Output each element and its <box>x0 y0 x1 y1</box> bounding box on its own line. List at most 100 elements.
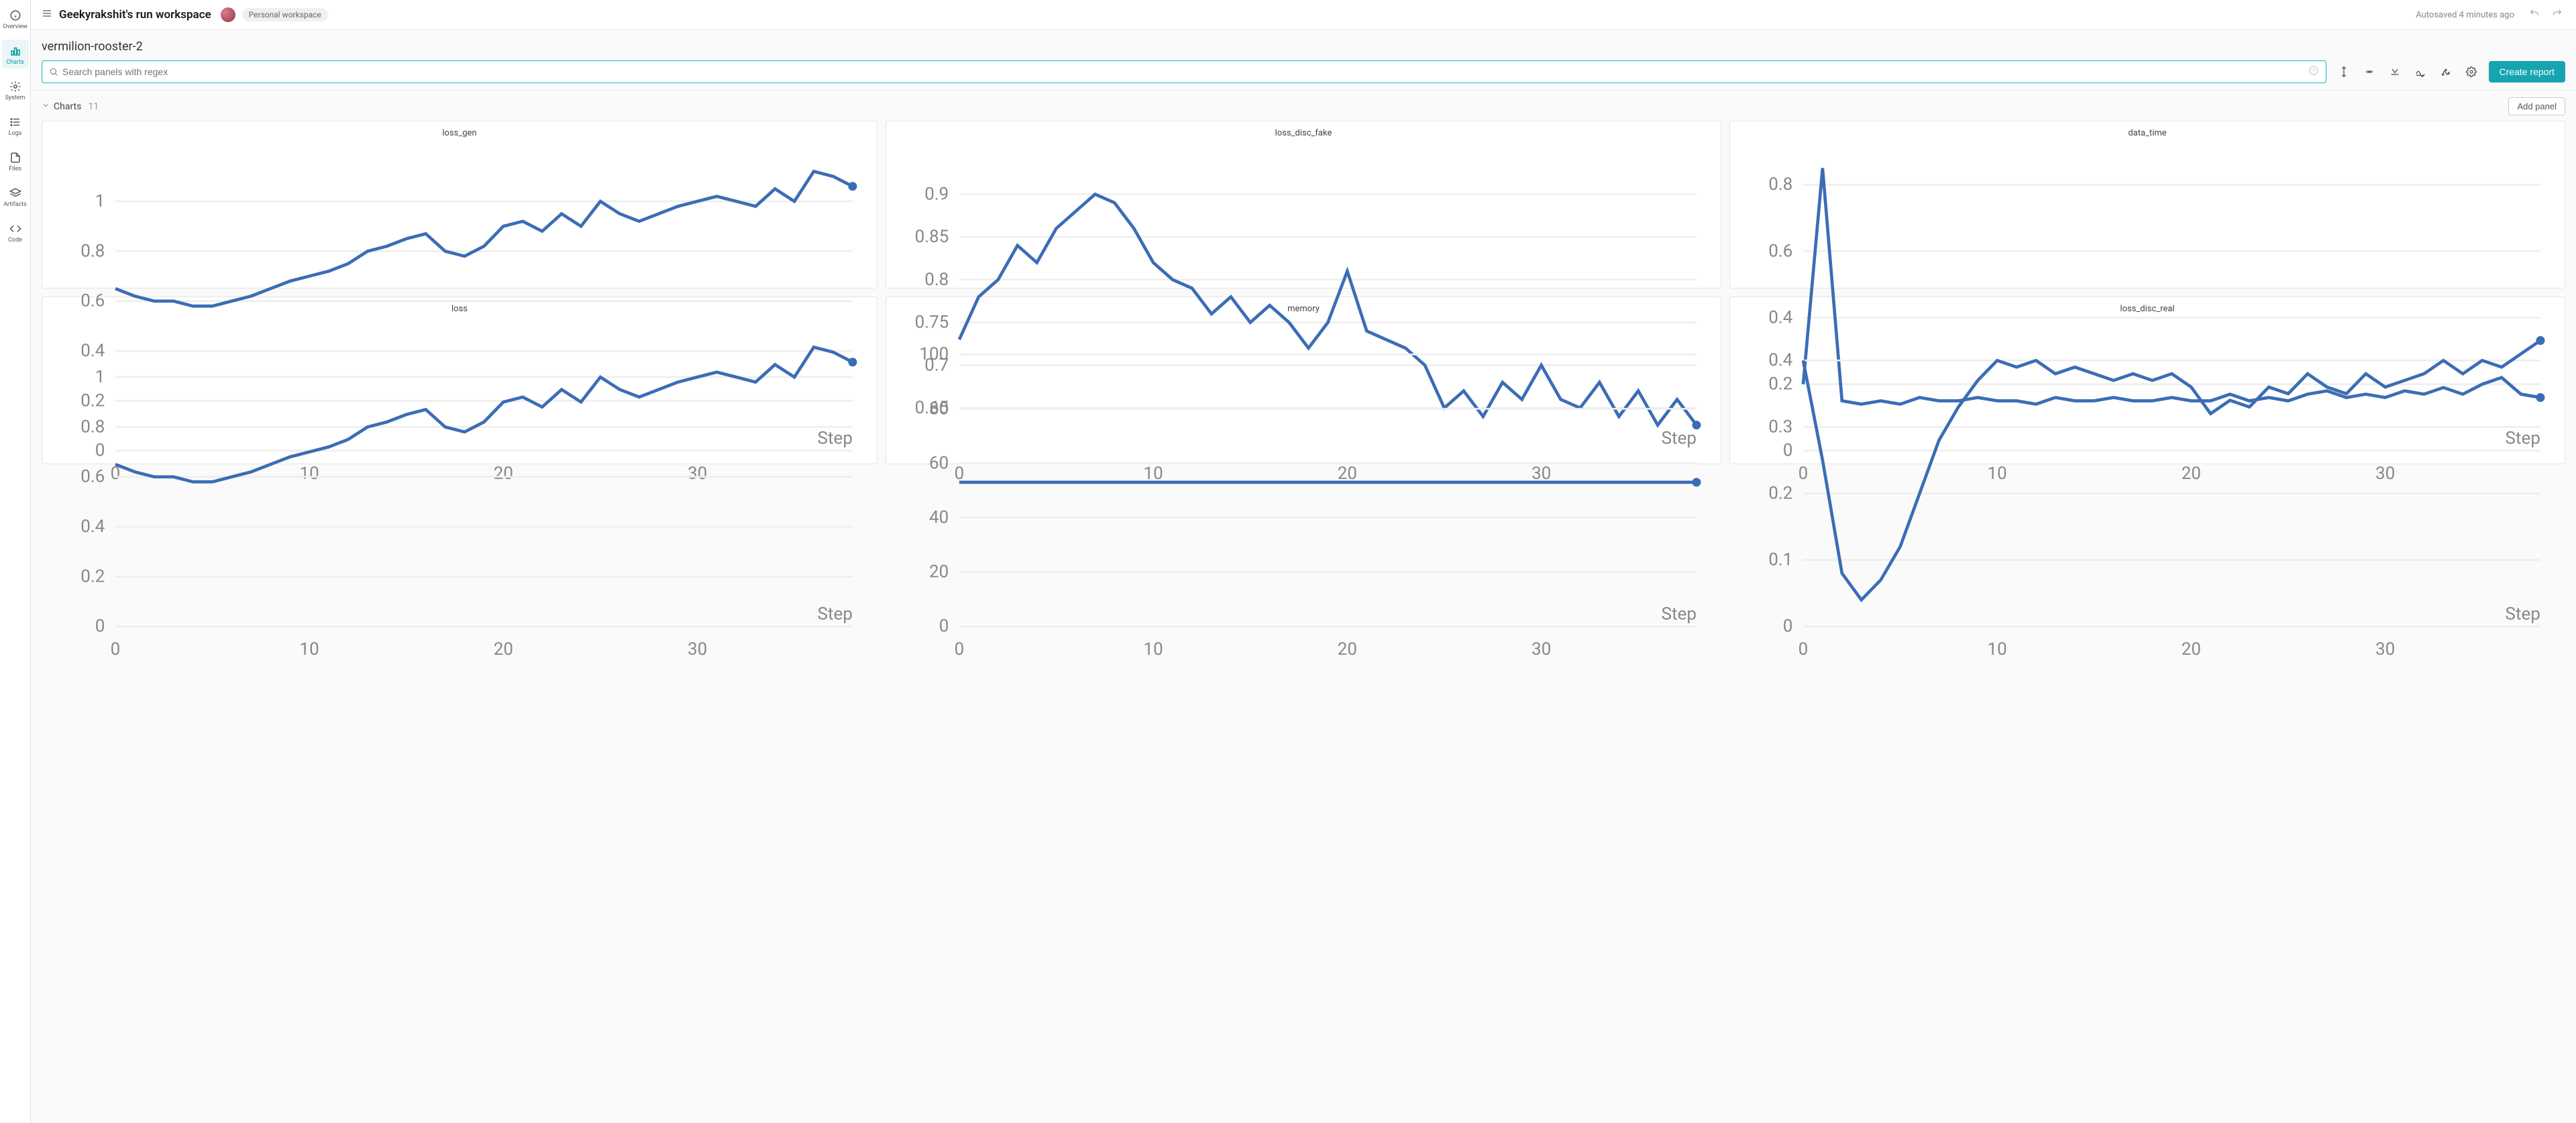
svg-text:0: 0 <box>955 639 965 659</box>
chart-panel[interactable]: memory0204060801000102030Step <box>885 297 1721 464</box>
file-icon <box>9 152 21 164</box>
svg-text:0: 0 <box>939 617 949 637</box>
chart-title: data_time <box>1737 128 2558 138</box>
svg-text:0.8: 0.8 <box>924 270 949 290</box>
topbar: Geekyrakshit's run workspace Personal wo… <box>31 0 2576 30</box>
svg-text:1: 1 <box>95 367 105 387</box>
svg-text:20: 20 <box>929 562 949 582</box>
run-name: vermilion-rooster-2 <box>42 36 2565 60</box>
section-name: Charts <box>54 101 81 112</box>
workspace-title: Geekyrakshit's run workspace <box>59 8 211 21</box>
sidebar-item-code[interactable]: Code <box>2 217 29 246</box>
chart-body: 0204060801000102030Step <box>893 317 1714 669</box>
workspace-badge[interactable]: Personal workspace <box>242 8 328 21</box>
svg-text:10: 10 <box>1144 639 1163 659</box>
search-box[interactable] <box>42 60 2326 83</box>
chart-title: loss_gen <box>49 128 870 138</box>
svg-text:0: 0 <box>111 639 121 659</box>
svg-text:40: 40 <box>929 507 949 527</box>
svg-text:0.4: 0.4 <box>80 517 105 537</box>
chart-title: loss_disc_fake <box>893 128 1714 138</box>
x-axis-icon[interactable] <box>2387 64 2403 80</box>
sidebar-item-overview[interactable]: Overview <box>2 4 29 33</box>
undo-icon[interactable] <box>2526 5 2542 24</box>
outliers-icon[interactable] <box>2438 64 2454 80</box>
list-icon <box>9 116 21 128</box>
charts-area: loss_gen00.20.40.60.810102030Steploss_di… <box>31 121 2576 1123</box>
chart-panel[interactable]: loss_disc_fake0.650.70.750.80.850.901020… <box>885 121 1721 288</box>
chart-body: 00.20.40.60.810102030Step <box>49 317 870 669</box>
sidebar-item-logs[interactable]: Logs <box>2 111 29 140</box>
svg-text:30: 30 <box>2375 639 2395 659</box>
main-content: Geekyrakshit's run workspace Personal wo… <box>31 0 2576 1123</box>
avatar[interactable] <box>221 7 235 22</box>
code-icon <box>9 223 21 235</box>
svg-text:0.8: 0.8 <box>80 241 105 261</box>
chart-panel[interactable]: data_time00.20.40.60.80102030Step <box>1729 121 2565 288</box>
sidebar-item-label: System <box>5 95 25 101</box>
svg-text:20: 20 <box>1338 639 1357 659</box>
svg-text:10: 10 <box>1988 639 2007 659</box>
svg-text:20: 20 <box>2182 639 2201 659</box>
svg-text:0.6: 0.6 <box>80 467 105 487</box>
chevron-down-icon[interactable] <box>42 101 50 112</box>
smoothing-icon[interactable] <box>2412 64 2428 80</box>
section-count: 11 <box>88 101 99 112</box>
subheader: vermilion-rooster-2 Create report <box>31 30 2576 90</box>
sidebar-item-system[interactable]: System <box>2 75 29 104</box>
redo-icon[interactable] <box>2549 5 2565 24</box>
stack-icon <box>9 187 21 199</box>
svg-text:0.6: 0.6 <box>1768 241 1792 261</box>
svg-text:60: 60 <box>929 453 949 473</box>
sidebar-item-label: Files <box>9 166 21 172</box>
svg-text:Step: Step <box>2506 604 2540 624</box>
svg-text:0.85: 0.85 <box>915 227 949 247</box>
search-input[interactable] <box>62 66 2308 77</box>
bar-chart-icon <box>9 45 21 57</box>
chart-body: 00.10.20.30.40102030Step <box>1737 317 2558 669</box>
toolbar: Create report <box>42 60 2565 90</box>
svg-text:0: 0 <box>95 617 105 637</box>
svg-text:0.8: 0.8 <box>80 417 105 437</box>
gear-icon <box>9 81 21 93</box>
add-panel-button[interactable]: Add panel <box>2508 97 2565 115</box>
sidebar-item-artifacts[interactable]: Artifacts <box>2 182 29 211</box>
sidebar-item-label: Code <box>8 237 22 244</box>
svg-text:0.2: 0.2 <box>1768 483 1792 503</box>
svg-text:80: 80 <box>929 398 949 419</box>
search-icon <box>49 67 58 76</box>
svg-text:20: 20 <box>494 639 513 659</box>
sidebar-item-label: Overview <box>3 23 27 30</box>
svg-text:1: 1 <box>95 191 105 211</box>
svg-text:0.1: 0.1 <box>1768 550 1792 570</box>
svg-text:10: 10 <box>300 639 319 659</box>
svg-text:0.3: 0.3 <box>1768 417 1792 437</box>
svg-text:100: 100 <box>919 344 949 364</box>
svg-text:0.2: 0.2 <box>80 566 105 586</box>
sidebar: Overview Charts System Logs Files Artifa… <box>0 0 31 1123</box>
sidebar-item-label: Artifacts <box>3 201 27 208</box>
expand-vertical-icon[interactable] <box>2336 64 2352 80</box>
svg-text:Step: Step <box>818 604 853 624</box>
autosave-status: Autosaved 4 minutes ago <box>2416 10 2514 20</box>
settings-icon[interactable] <box>2463 64 2479 80</box>
svg-text:0.9: 0.9 <box>924 184 949 204</box>
sidebar-item-charts[interactable]: Charts <box>2 40 29 68</box>
svg-text:30: 30 <box>1532 639 1551 659</box>
history-icon[interactable] <box>2308 65 2319 78</box>
chart-panel[interactable]: loss_gen00.20.40.60.810102030Step <box>42 121 877 288</box>
create-report-button[interactable]: Create report <box>2489 61 2565 83</box>
svg-text:0: 0 <box>1783 617 1793 637</box>
sidebar-item-label: Logs <box>9 130 22 137</box>
info-icon <box>9 9 21 21</box>
menu-icon[interactable] <box>42 8 52 21</box>
section-header: Charts 11 Add panel <box>31 90 2576 121</box>
sidebar-item-label: Charts <box>6 59 24 66</box>
sidebar-item-files[interactable]: Files <box>2 146 29 175</box>
svg-text:30: 30 <box>688 639 707 659</box>
chart-panel[interactable]: loss_disc_real00.10.20.30.40102030Step <box>1729 297 2565 464</box>
svg-text:0.8: 0.8 <box>1768 174 1792 195</box>
collapse-icon[interactable] <box>2361 64 2377 80</box>
chart-panel[interactable]: loss00.20.40.60.810102030Step <box>42 297 877 464</box>
svg-text:0: 0 <box>1799 639 1809 659</box>
